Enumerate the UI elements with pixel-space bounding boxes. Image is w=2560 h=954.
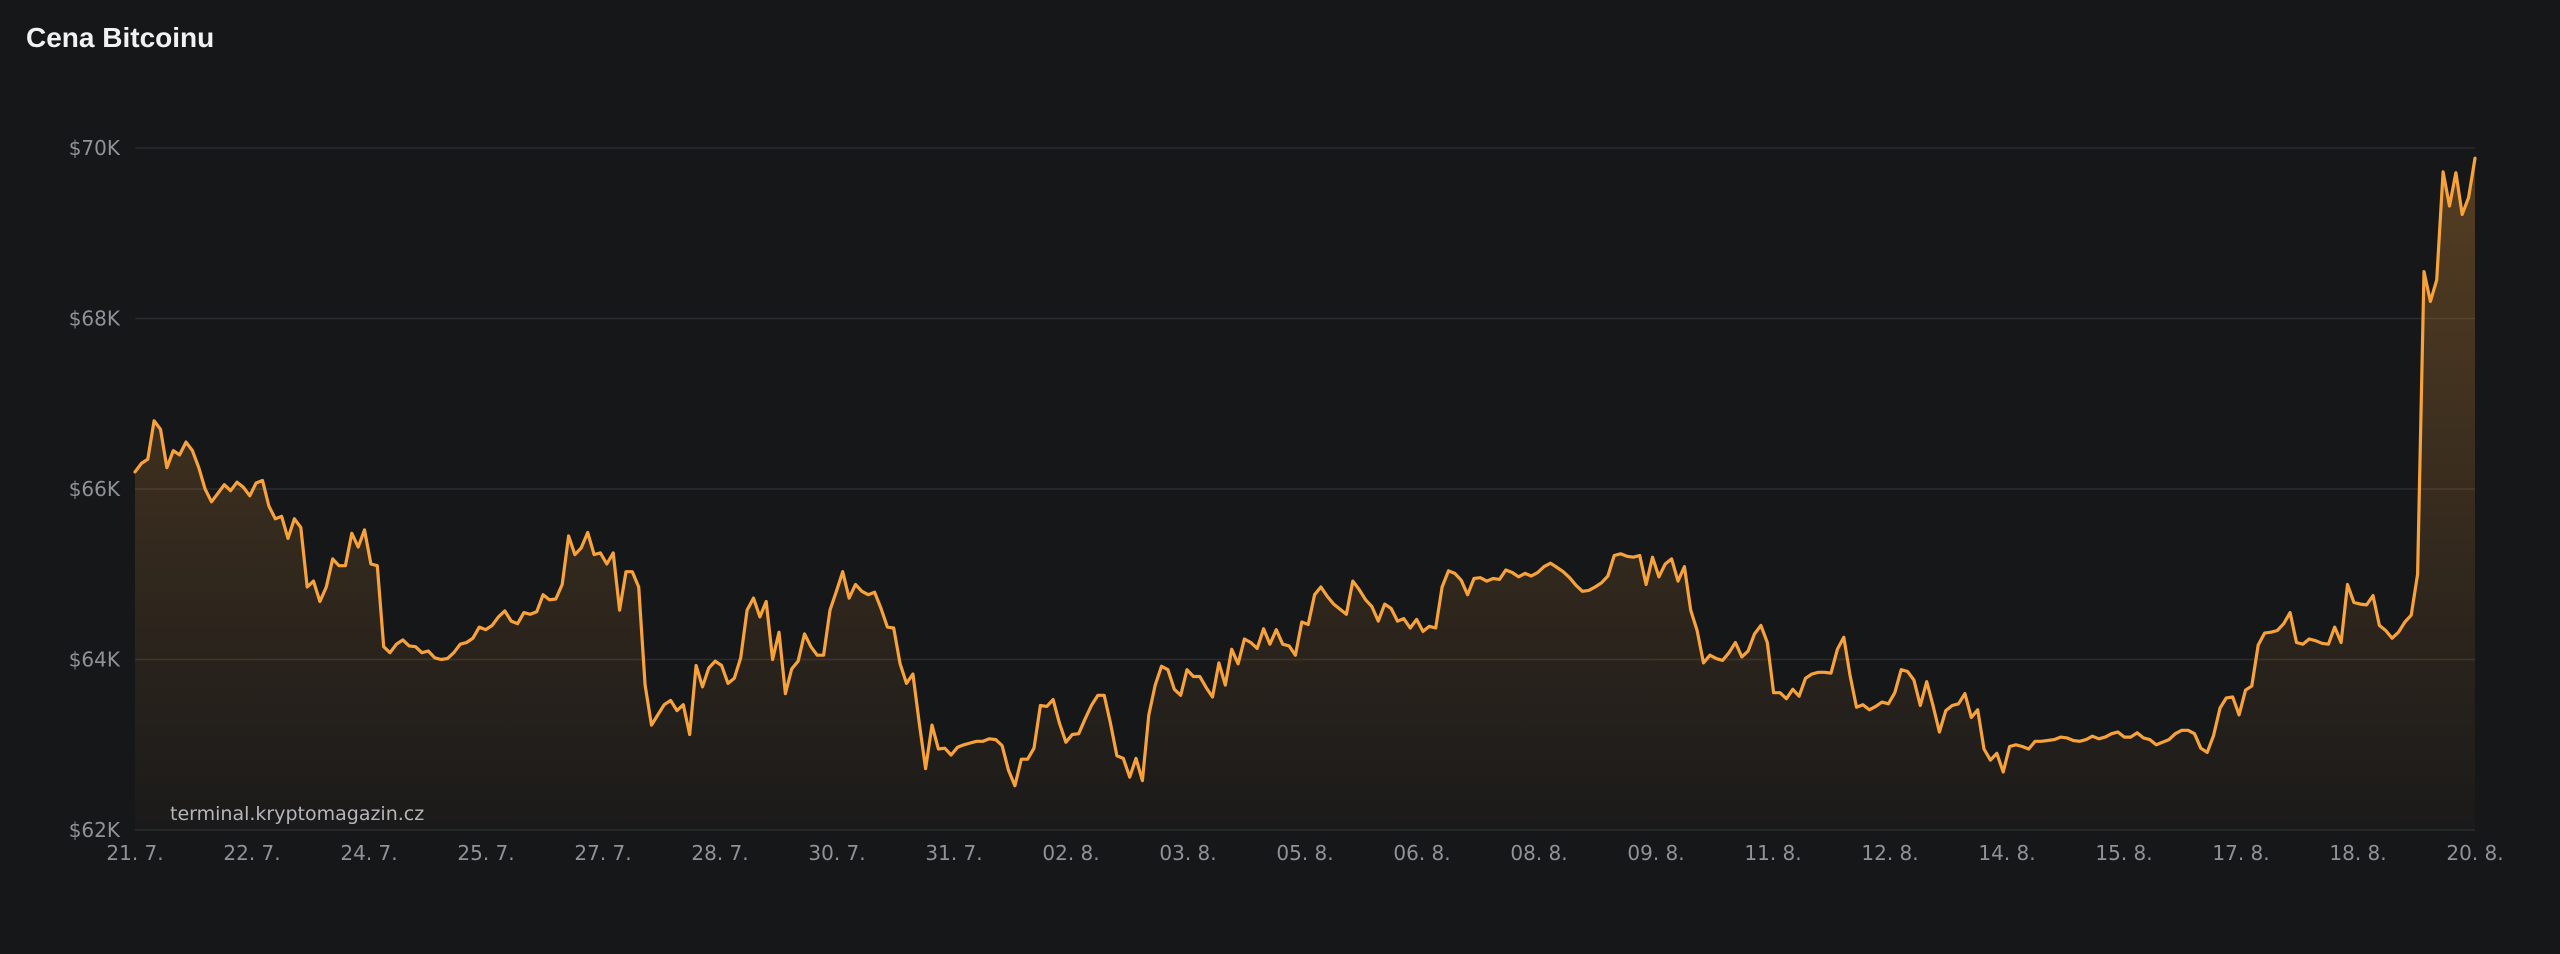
x-tick-label: 31. 7. bbox=[925, 841, 982, 865]
y-axis: $70K $68K $66K $64K $62K bbox=[69, 136, 121, 842]
x-tick-label: 20. 8. bbox=[2446, 841, 2503, 865]
x-tick-label: 18. 8. bbox=[2329, 841, 2386, 865]
x-tick-label: 17. 8. bbox=[2212, 841, 2269, 865]
watermark: terminal.kryptomagazin.cz bbox=[170, 803, 424, 825]
price-area bbox=[135, 158, 2475, 830]
y-tick-label: $66K bbox=[69, 477, 121, 501]
y-tick-label: $64K bbox=[69, 648, 121, 672]
y-tick-label: $62K bbox=[69, 818, 121, 842]
x-tick-label: 12. 8. bbox=[1861, 841, 1918, 865]
x-tick-label: 02. 8. bbox=[1042, 841, 1099, 865]
y-tick-label: $68K bbox=[69, 307, 121, 331]
price-chart: $70K$68K$66K$64K$62K 21. 7. 22. 7. 24. 7. 2… bbox=[69, 136, 2504, 865]
x-tick-label: 22. 7. bbox=[223, 841, 280, 865]
x-axis: 21. 7. 22. 7. 24. 7. 25. 7. 27. 7. 28. 7. 30. … bbox=[106, 841, 2503, 865]
x-tick-label: 06. 8. bbox=[1393, 841, 1450, 865]
x-tick-label: 09. 8. bbox=[1627, 841, 1684, 865]
x-tick-label: 27. 7. bbox=[574, 841, 631, 865]
x-tick-label: 24. 7. bbox=[340, 841, 397, 865]
x-tick-label: 05. 8. bbox=[1276, 841, 1333, 865]
y-tick-label: $70K bbox=[69, 136, 121, 160]
x-tick-label: 21. 7. bbox=[106, 841, 163, 865]
x-tick-label: 28. 7. bbox=[691, 841, 748, 865]
x-tick-label: 14. 8. bbox=[1978, 841, 2035, 865]
x-tick-label: 08. 8. bbox=[1510, 841, 1567, 865]
x-tick-label: 30. 7. bbox=[808, 841, 865, 865]
x-tick-label: 03. 8. bbox=[1159, 841, 1216, 865]
x-tick-label: 15. 8. bbox=[2095, 841, 2152, 865]
x-tick-label: 11. 8. bbox=[1744, 841, 1801, 865]
x-tick-label: 25. 7. bbox=[457, 841, 514, 865]
